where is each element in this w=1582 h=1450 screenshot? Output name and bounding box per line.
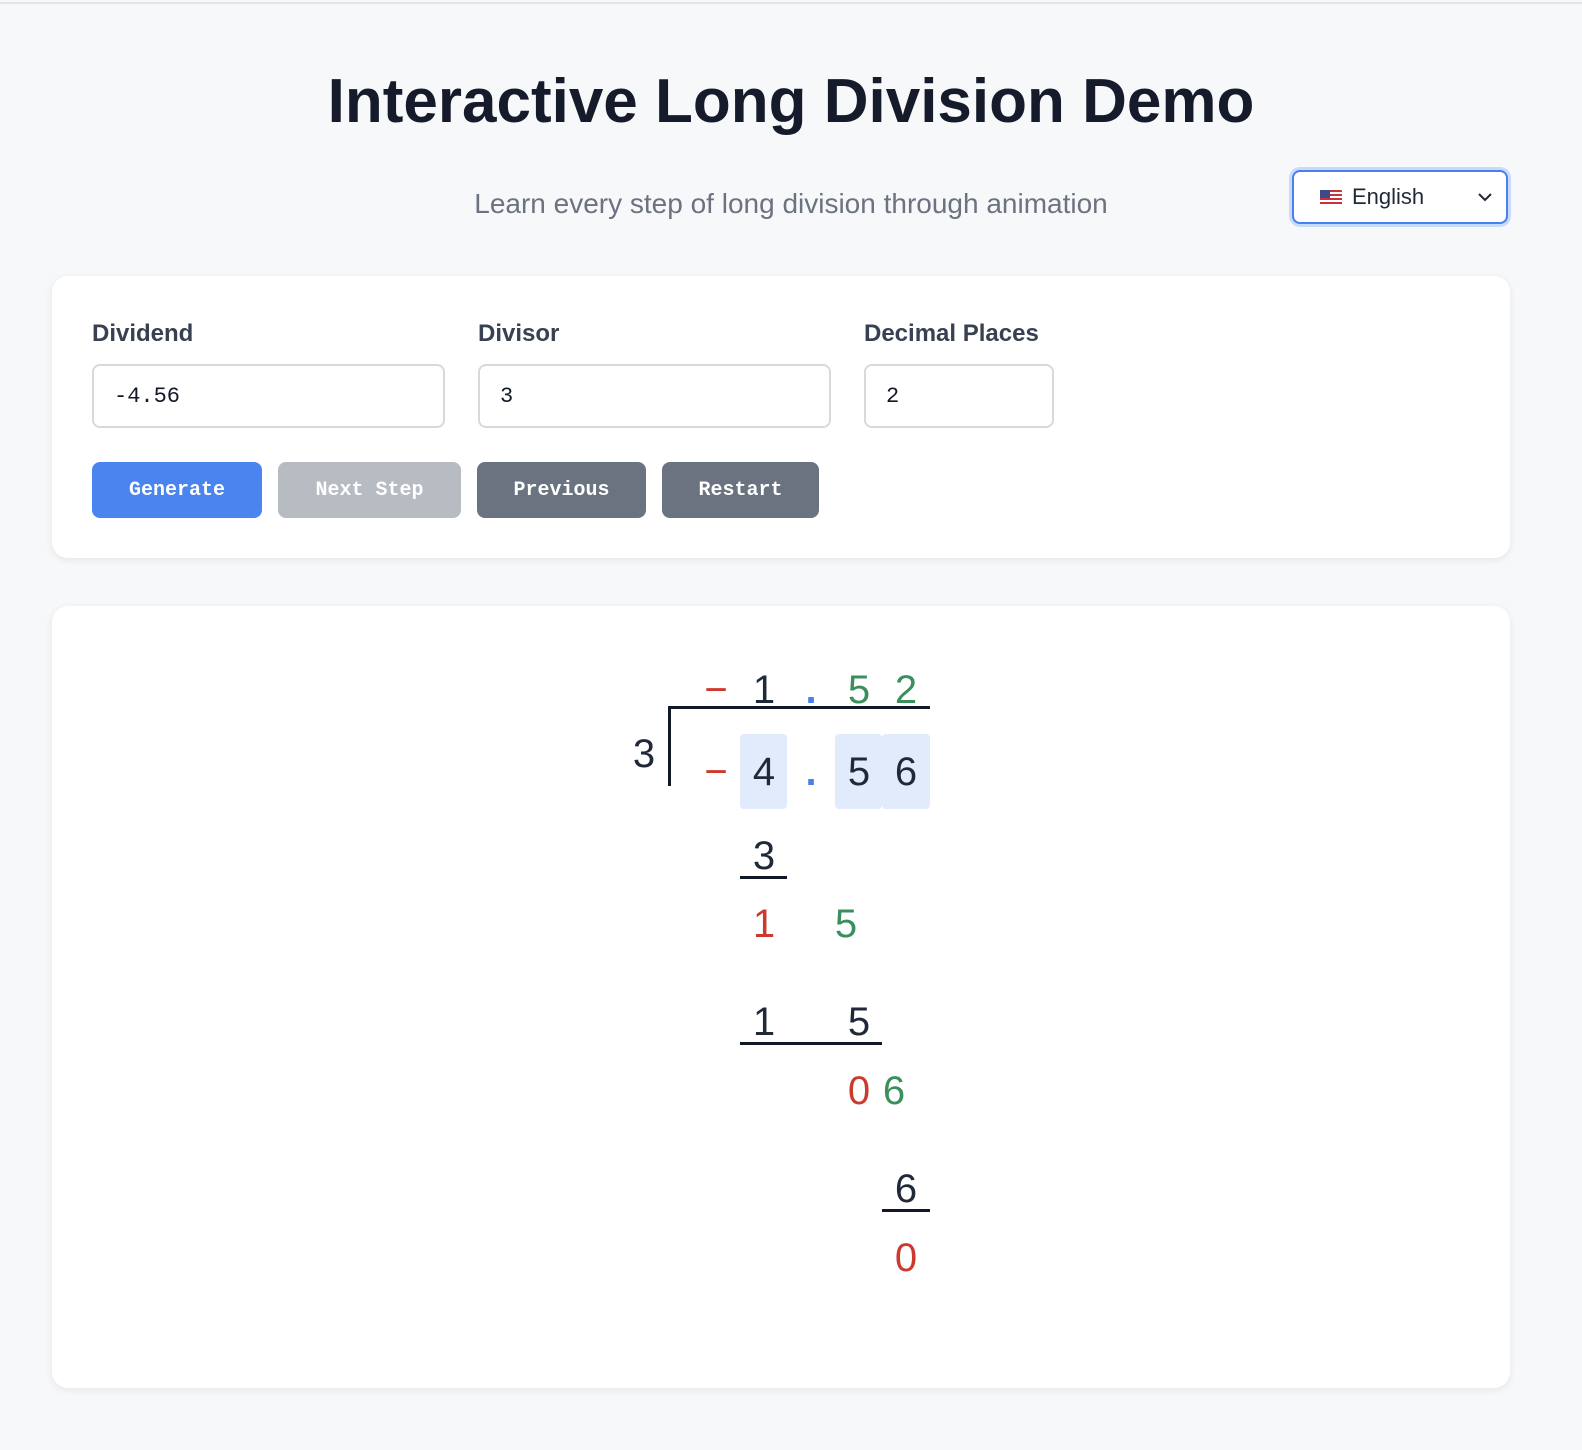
dividend-decimal-point: . bbox=[805, 750, 817, 794]
decimal-places-label: Decimal Places bbox=[864, 320, 1039, 347]
decimal-places-input[interactable] bbox=[864, 364, 1054, 428]
dividend-digit-3: 6 bbox=[894, 750, 918, 794]
dividend-label: Dividend bbox=[92, 320, 194, 347]
step2-underline bbox=[740, 1042, 882, 1045]
division-bar bbox=[669, 706, 930, 709]
step1-subtrahend: 3 bbox=[752, 834, 776, 878]
step2-subtrahend-tens: 1 bbox=[752, 1000, 776, 1044]
next-step-button[interactable]: Next Step bbox=[278, 462, 461, 518]
step1-underline bbox=[740, 876, 787, 879]
dividend-digit-1: 4 bbox=[752, 750, 776, 794]
step3-subtrahend: 6 bbox=[894, 1167, 918, 1211]
step2-brought-down: 6 bbox=[882, 1069, 906, 1113]
step3-underline bbox=[882, 1209, 930, 1212]
divisor-value: 3 bbox=[632, 732, 656, 776]
step3-remainder: 0 bbox=[894, 1236, 918, 1280]
page-title: Interactive Long Division Demo bbox=[327, 67, 1255, 136]
divisor-input[interactable] bbox=[478, 364, 831, 428]
restart-button[interactable]: Restart bbox=[662, 462, 819, 518]
us-flag-icon bbox=[1320, 189, 1342, 205]
step1-brought-down: 5 bbox=[834, 902, 858, 946]
language-select[interactable]: English bbox=[1292, 170, 1508, 224]
dividend-input[interactable] bbox=[92, 364, 445, 428]
division-card bbox=[52, 606, 1510, 1388]
previous-button[interactable]: Previous bbox=[477, 462, 646, 518]
division-bracket bbox=[668, 706, 671, 786]
step2-subtrahend-ones: 5 bbox=[847, 1000, 871, 1044]
chevron-down-icon bbox=[1478, 193, 1492, 202]
top-divider bbox=[0, 2, 1582, 4]
dividend-sign: − bbox=[704, 750, 728, 794]
generate-button[interactable]: Generate bbox=[92, 462, 262, 518]
step1-remainder: 1 bbox=[752, 902, 776, 946]
divisor-label: Divisor bbox=[478, 320, 560, 347]
dividend-digit-2: 5 bbox=[847, 750, 871, 794]
language-label: English bbox=[1352, 184, 1425, 209]
